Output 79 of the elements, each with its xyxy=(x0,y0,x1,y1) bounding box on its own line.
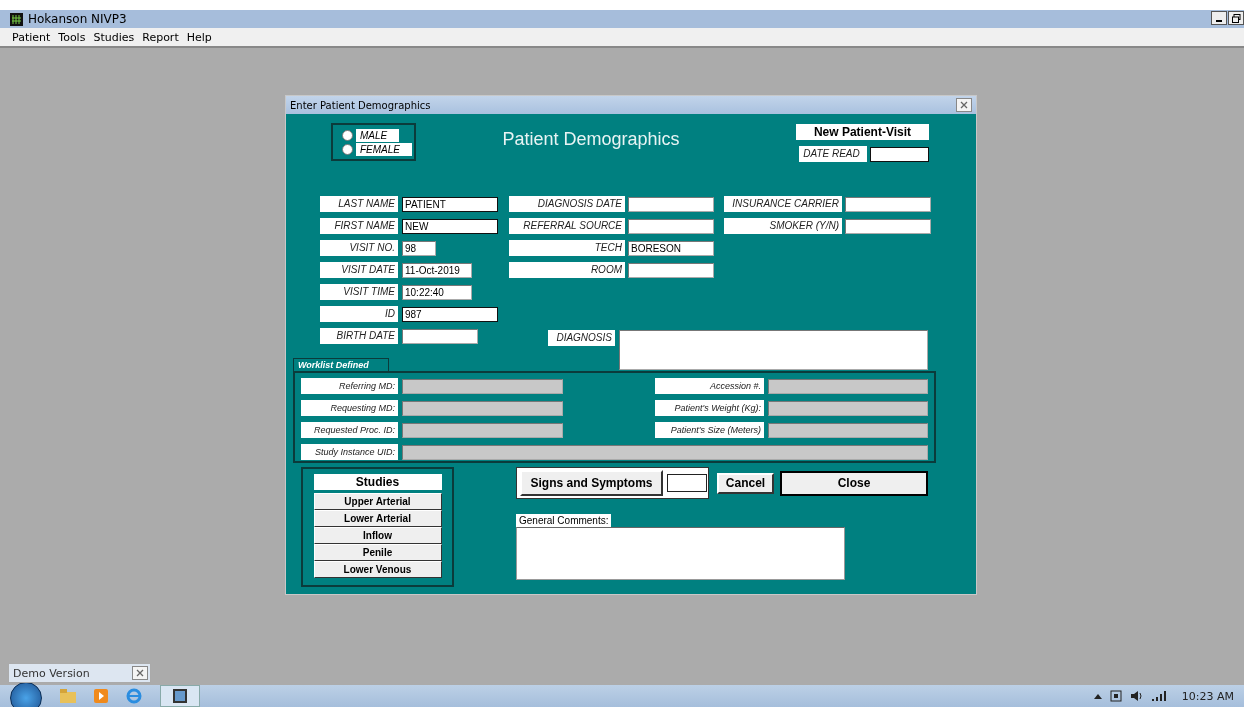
input-field[interactable]: PATIENT xyxy=(402,196,498,212)
radio-button[interactable] xyxy=(342,129,353,141)
field-label: DIAGNOSIS DATE xyxy=(509,196,625,212)
diagnosis-field[interactable] xyxy=(619,330,928,370)
field-label: DIAGNOSIS xyxy=(548,330,615,346)
field-label: VISIT TIME xyxy=(320,284,398,300)
dialog-title: Enter Patient Demographics xyxy=(290,99,431,111)
input-field[interactable]: NEW xyxy=(402,218,498,234)
field-label: ID xyxy=(320,306,398,322)
input-field[interactable] xyxy=(667,474,707,492)
input-field[interactable] xyxy=(845,196,931,212)
field-label: Accession #. xyxy=(655,378,764,394)
radio-button[interactable] xyxy=(342,143,353,155)
study-button[interactable]: Upper Arterial xyxy=(313,493,442,510)
start-button[interactable] xyxy=(10,682,42,707)
field-label: Requesting MD: xyxy=(301,400,398,416)
field-label: ROOM xyxy=(509,262,625,278)
input-field[interactable] xyxy=(628,218,714,234)
visit-type-label: New Patient-Visit xyxy=(796,124,929,140)
close-icon[interactable] xyxy=(132,666,148,680)
field-label: BIRTH DATE xyxy=(320,328,398,344)
input-field[interactable]: 98 xyxy=(402,240,436,256)
field-label: Referring MD: xyxy=(301,378,398,394)
field-label: SMOKER (Y/N) xyxy=(724,218,842,234)
field-label: VISIT NO. xyxy=(320,240,398,256)
input-field[interactable]: 987 xyxy=(402,306,498,322)
input-field[interactable] xyxy=(402,328,478,344)
field-label: FIRST NAME xyxy=(320,218,398,234)
study-button[interactable]: Inflow xyxy=(313,527,442,544)
taskbar-app-button[interactable] xyxy=(160,685,200,707)
input-field[interactable]: 11-Oct-2019 xyxy=(402,262,472,278)
menu-item[interactable]: Help xyxy=(182,30,216,44)
clock: 10:23 AM xyxy=(1181,689,1234,703)
minimize-button[interactable] xyxy=(1211,11,1227,25)
restore-icon xyxy=(1231,13,1241,23)
field-label: Requested Proc. ID: xyxy=(301,422,398,438)
group-title: Studies xyxy=(313,474,442,490)
window-title: Hokanson NIVP3 xyxy=(28,12,127,26)
date-read-field[interactable] xyxy=(870,146,929,162)
field-label: Study Instance UID: xyxy=(301,444,398,460)
menu-item[interactable]: Patient xyxy=(8,30,55,44)
media-player-icon[interactable] xyxy=(94,689,108,703)
field-label: General Comments: xyxy=(516,514,612,527)
cancel-button[interactable]: Cancel xyxy=(717,472,774,494)
close-icon[interactable] xyxy=(956,98,972,112)
up-arrow-icon[interactable] xyxy=(1093,693,1102,699)
study-button[interactable]: Lower Arterial xyxy=(313,510,442,527)
app-icon xyxy=(10,12,23,26)
signal-icon[interactable] xyxy=(1151,691,1166,701)
field-label: Patient's Size (Meters) xyxy=(655,422,764,438)
study-button[interactable]: Lower Venous xyxy=(313,561,442,578)
field-label: VISIT DATE xyxy=(320,262,398,278)
radio-label: MALE xyxy=(356,128,400,142)
field-label: INSURANCE CARRIER xyxy=(724,196,842,212)
group-title: Worklist Defined xyxy=(293,358,389,371)
input-field[interactable] xyxy=(628,262,714,278)
menu-item[interactable]: Report xyxy=(138,30,183,44)
speaker-icon[interactable] xyxy=(1129,690,1144,702)
menu-item[interactable]: Studies xyxy=(89,30,139,44)
window-title: Demo Version xyxy=(13,666,90,680)
comments-field[interactable] xyxy=(516,527,845,580)
study-button[interactable]: Penile xyxy=(313,544,442,561)
input-field[interactable]: 10:22:40 xyxy=(402,284,472,300)
form-heading: Patient Demographics xyxy=(501,128,681,151)
menu-item[interactable]: Tools xyxy=(54,30,90,44)
network-icon[interactable] xyxy=(1109,690,1122,702)
app-icon xyxy=(173,689,187,703)
restore-button[interactable] xyxy=(1228,11,1244,25)
close-button[interactable]: Close xyxy=(780,470,928,496)
field-label: DATE READ xyxy=(799,146,867,162)
input-field[interactable]: BORESON xyxy=(628,240,714,256)
radio-label: FEMALE xyxy=(356,142,412,156)
field-label: TECH xyxy=(509,240,625,256)
input-field[interactable] xyxy=(628,196,714,212)
field-label: Patient's Weight (Kg): xyxy=(655,400,764,416)
field-label: LAST NAME xyxy=(320,196,398,212)
input-field[interactable] xyxy=(845,218,931,234)
field-label: REFERRAL SOURCE xyxy=(509,218,625,234)
signs-button[interactable]: Signs and Symptoms xyxy=(520,470,663,496)
